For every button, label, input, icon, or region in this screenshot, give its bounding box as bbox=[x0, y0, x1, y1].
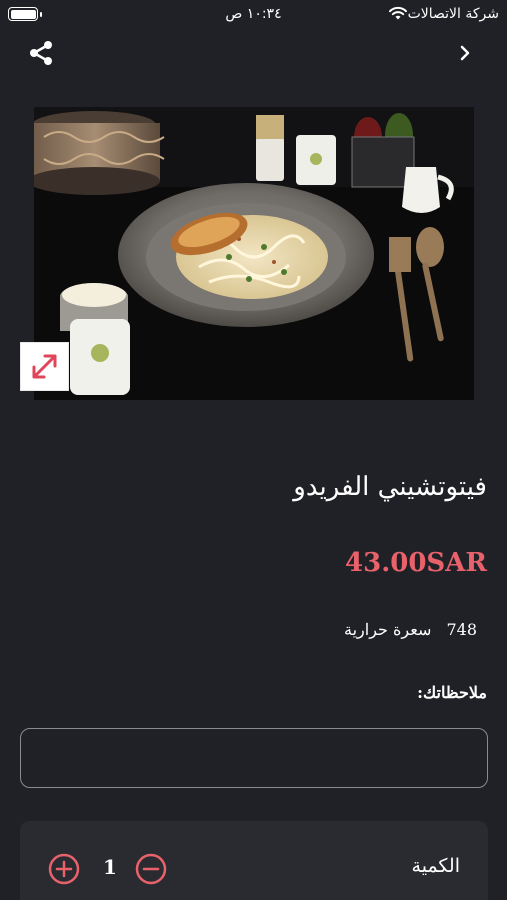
wifi-icon bbox=[389, 6, 407, 20]
product-image bbox=[34, 107, 474, 400]
carrier-name: شركة الاتصالات bbox=[407, 6, 499, 22]
expand-icon bbox=[32, 354, 57, 379]
product-price: 43.00SAR bbox=[345, 548, 487, 578]
notes-input[interactable] bbox=[20, 728, 488, 788]
product-title: فيتوتشيني الفريدو bbox=[293, 472, 487, 502]
quantity-label: الكمية bbox=[411, 855, 460, 877]
minus-circle-icon[interactable] bbox=[135, 853, 167, 885]
quantity-value: 1 bbox=[103, 855, 117, 879]
notes-label: ملاحظاتك: bbox=[417, 683, 487, 702]
nav-bar bbox=[0, 30, 507, 78]
status-bar: ١٠:٣٤ ص شركة الاتصالات bbox=[0, 0, 507, 30]
plus-circle-icon[interactable] bbox=[48, 853, 80, 885]
calories-label: سعرة حرارية bbox=[344, 620, 432, 639]
chevron-right-icon[interactable] bbox=[455, 43, 475, 63]
calories: 748 سعرة حرارية bbox=[344, 620, 477, 639]
share-icon[interactable] bbox=[26, 38, 56, 68]
quantity-stepper: الكمية 1 bbox=[20, 821, 488, 900]
expand-image-button[interactable] bbox=[20, 342, 69, 391]
calories-value: 748 bbox=[446, 620, 477, 639]
